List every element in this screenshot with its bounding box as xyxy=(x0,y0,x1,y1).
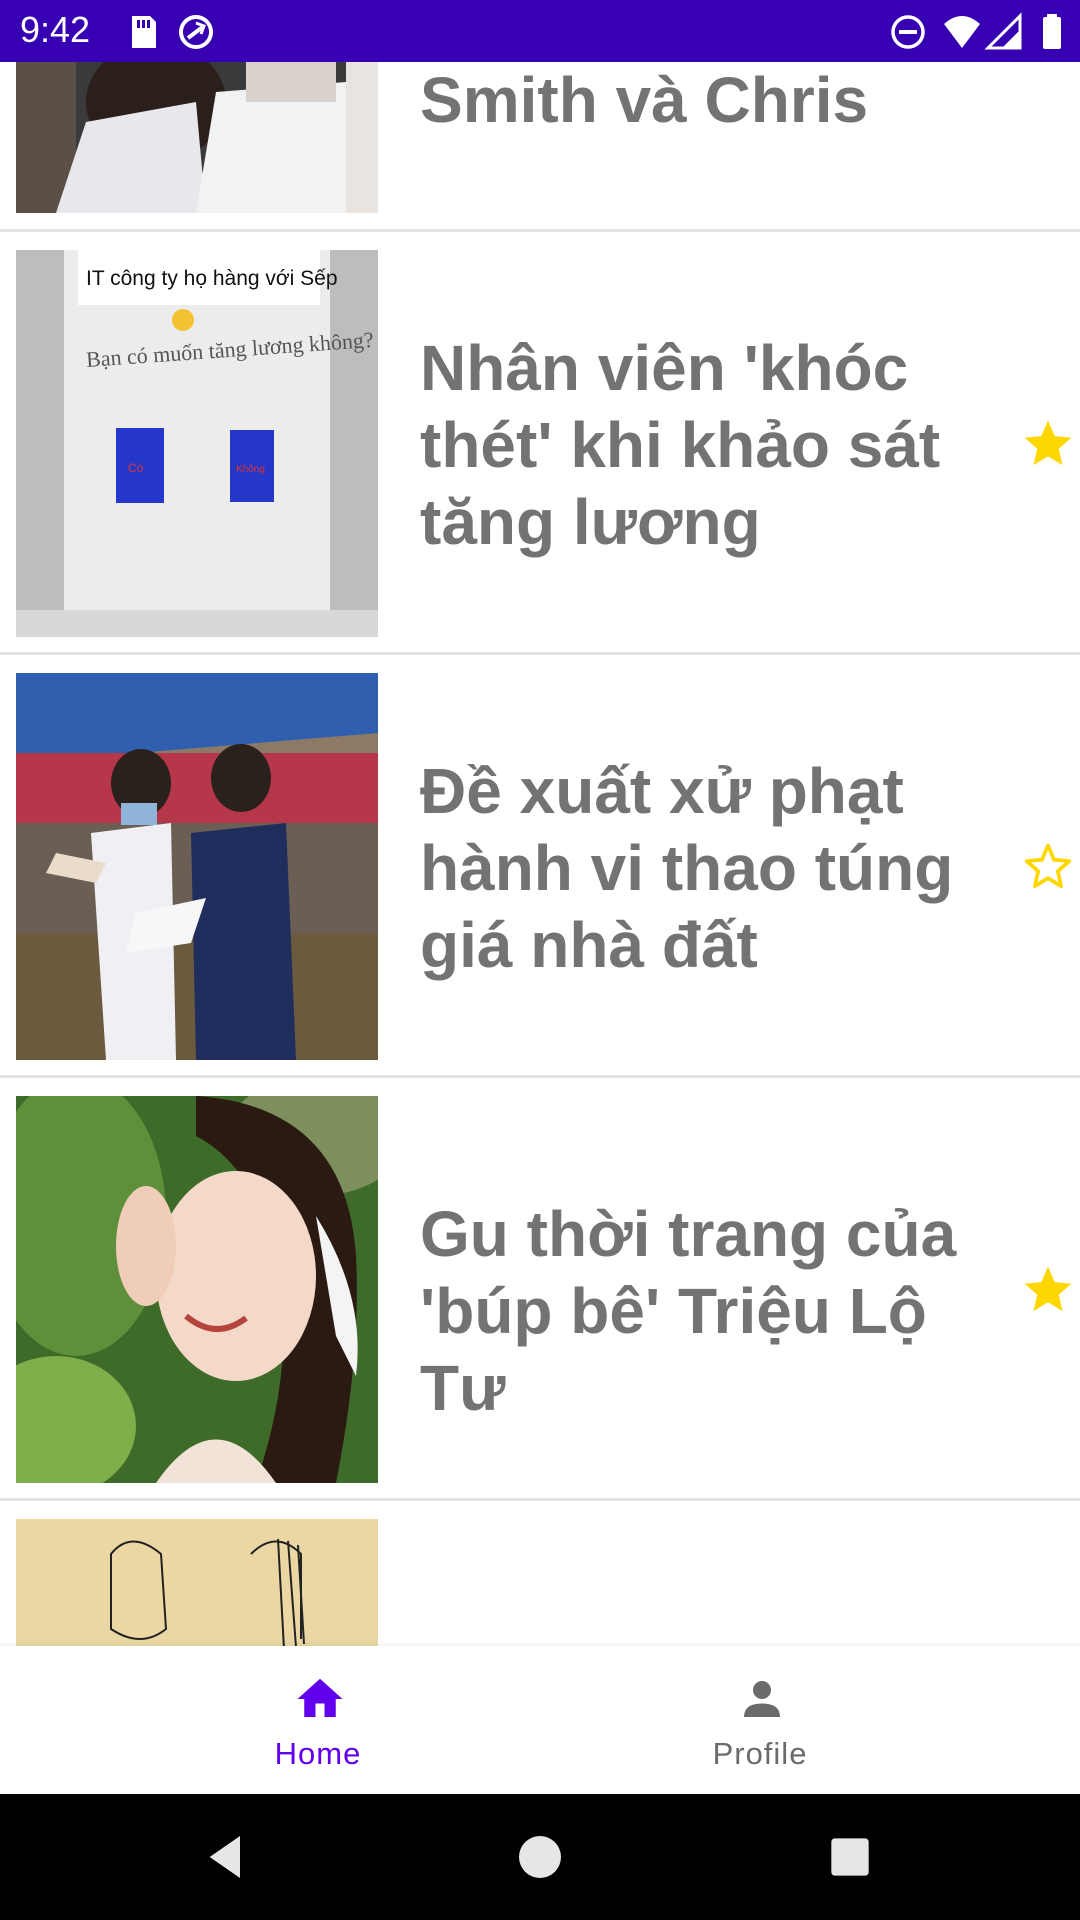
signal-icon xyxy=(984,12,1022,50)
sync-icon xyxy=(179,15,213,49)
news-item[interactable]: IT công ty họ hàng với Sếp Bạn có muốn t… xyxy=(0,232,1080,655)
news-thumbnail xyxy=(16,62,378,213)
favorite-star-filled-icon[interactable] xyxy=(1020,416,1076,472)
home-circle-icon[interactable] xyxy=(512,1829,568,1885)
battery-icon xyxy=(1043,14,1061,49)
person-icon xyxy=(744,1681,780,1717)
svg-text:Không: Không xyxy=(236,464,265,475)
news-feed[interactable]: Smith và Chris Rock IT công ty họ hàng v… xyxy=(0,62,1080,1646)
nav-profile-tab[interactable]: Profile xyxy=(490,1646,1030,1794)
news-thumbnail xyxy=(16,1096,378,1483)
bottom-navigation: Home Profile xyxy=(0,1646,1080,1794)
news-thumbnail: IT công ty họ hàng với Sếp Bạn có muốn t… xyxy=(16,250,378,637)
news-thumbnail xyxy=(16,1519,378,1646)
news-title: Đề xuất xử phạt hành vi thao túng giá nh… xyxy=(420,755,954,981)
do-not-disturb-icon xyxy=(891,15,925,49)
recents-icon[interactable] xyxy=(822,1829,878,1885)
system-navigation-bar xyxy=(0,1794,1080,1920)
svg-text:Có: Có xyxy=(128,461,144,475)
news-item[interactable]: Đề xuất xử phạt hành vi thao túng giá nh… xyxy=(0,655,1080,1078)
news-item[interactable]: Gu thời trang của 'búp bê' Triệu Lộ Tư xyxy=(0,1078,1080,1501)
svg-text:IT công ty họ hàng với Sếp: IT công ty họ hàng với Sếp xyxy=(86,267,338,290)
sd-card-icon xyxy=(132,16,156,48)
wifi-icon xyxy=(944,16,980,48)
news-thumbnail xyxy=(16,673,378,1060)
news-item[interactable]: Smith và Chris Rock xyxy=(0,62,1080,232)
status-time: 9:42 xyxy=(20,9,91,50)
favorite-star-outline-icon[interactable] xyxy=(1020,839,1076,895)
favorite-star-filled-icon[interactable] xyxy=(1020,1262,1076,1318)
home-icon xyxy=(297,1678,343,1717)
news-title: Nhân viên 'khóc thét' khi khảo sát tăng … xyxy=(420,332,941,558)
news-item[interactable] xyxy=(0,1501,1080,1646)
thumb-caption: IT công ty họ hàng với Sếp xyxy=(86,267,338,290)
news-title: Smith và Chris Rock xyxy=(420,64,869,136)
back-icon[interactable] xyxy=(198,1829,254,1885)
news-title: Gu thời trang của 'búp bê' Triệu Lộ Tư xyxy=(420,1198,957,1424)
status-bar: 9:42 xyxy=(0,0,1080,62)
nav-profile-label: Profile xyxy=(712,1736,808,1771)
